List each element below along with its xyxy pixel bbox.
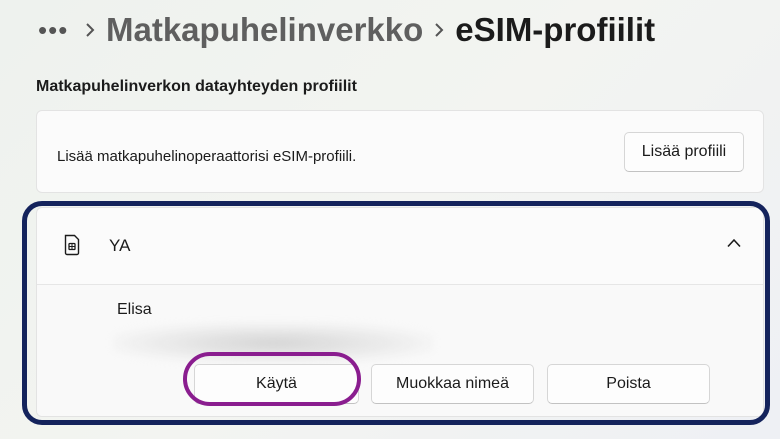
section-title: Matkapuhelinverkon datayhteyden profiili… bbox=[36, 78, 357, 95]
breadcrumb-parent-link[interactable]: Matkapuhelinverkko bbox=[106, 11, 423, 49]
chevron-right-icon bbox=[423, 23, 455, 37]
profile-highlight-outline bbox=[22, 201, 770, 425]
add-profile-button[interactable]: Lisää profiili bbox=[624, 132, 744, 172]
add-profile-description: Lisää matkapuhelinoperaattorisi eSIM-pro… bbox=[57, 148, 357, 165]
breadcrumb: ••• Matkapuhelinverkko eSIM-profiilit bbox=[38, 8, 655, 52]
page-title: eSIM-profiilit bbox=[455, 11, 656, 48]
more-icon[interactable]: ••• bbox=[38, 17, 74, 43]
chevron-right-icon bbox=[74, 23, 106, 37]
add-profile-card: Lisää matkapuhelinoperaattorisi eSIM-pro… bbox=[36, 110, 764, 193]
